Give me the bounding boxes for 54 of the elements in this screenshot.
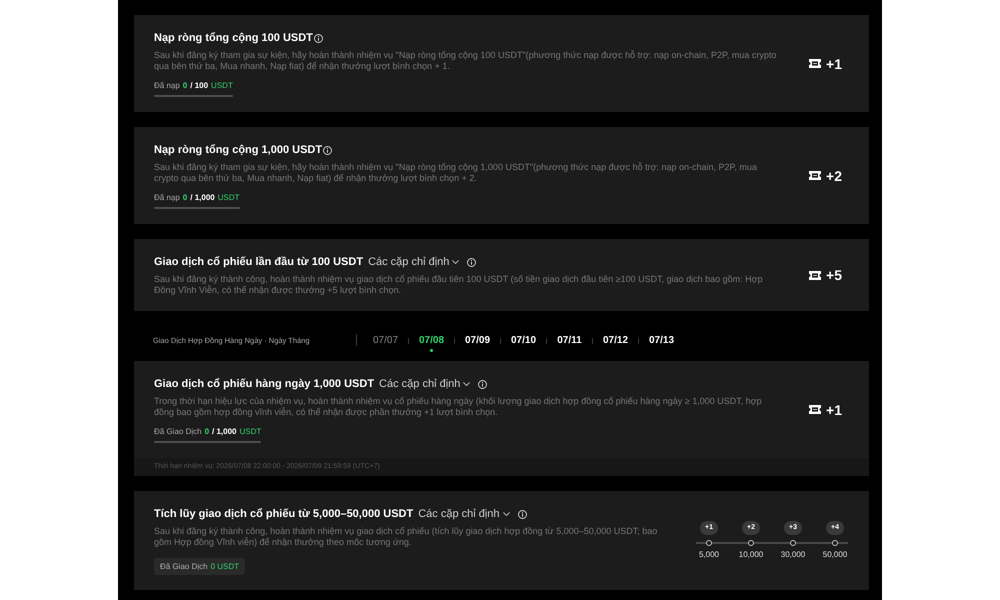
progress-unit: USDT — [240, 426, 262, 438]
progress-current: 0 USDT — [210, 560, 240, 572]
milestone-amount: 50,000 — [822, 550, 848, 560]
date-tab[interactable]: 07/08 — [416, 334, 447, 352]
progress-label: Đã nạp — [154, 80, 180, 92]
date-tab[interactable]: 07/13 — [646, 334, 677, 347]
reward-count: +2 — [826, 168, 842, 184]
date-tab[interactable]: 07/11 — [554, 334, 585, 347]
task-description: Sau khi đăng ký tham gia sự kiện, hãy hoàn thành nhiệm vụ "Nạp ròng tổng cộng 100 USDT"(phương thức nạp được hỗ trợ: nạp on-chain, P2P, mua crypto qua bên thứ ba, Mua nhanh, Nạp fiat) để nhận thưởng lượt bình chọn + 1. — [154, 50, 778, 72]
pairs-dropdown[interactable]: Các cặp chỉ định — [379, 376, 470, 392]
milestone-amount: 10,000 — [738, 550, 764, 560]
chevron-down-icon — [463, 382, 470, 386]
info-icon — [518, 510, 527, 518]
task-description: Sau khi đăng ký tham gia sự kiện, hãy hoàn thành nhiệm vụ "Nạp ròng tổng cộng 1,000 USDT"(phương thức nạp được hỗ trợ: nạp on-chain, P2P, mua crypto qua bên thứ ba, Mua nhanh, Nạp fiat) để nhận thưởng lượt bình chọn + 2. — [154, 162, 758, 184]
task-title: Nạp ròng tổng cộng 1,000 USDT — [154, 142, 322, 158]
progress-unit: USDT — [211, 80, 233, 92]
milestone-amount: 5,000 — [698, 550, 720, 560]
progress-current: 0 — [182, 192, 188, 204]
date-tab[interactable]: 07/09 — [462, 334, 493, 347]
ticket-icon — [809, 405, 822, 414]
task-description: Trong thời hạn hiệu lực của nhiệm vụ, hoàn thành nhiệm vụ cổ phiếu hàng ngày (khối lượng giao dịch hợp đồng cổ phiếu hàng ngày ≥ 1,000 USDT, hợp đồng bao gồm hợp đồng vĩnh viễn, có thể nhận được phần thưởng +1 lượt bình chọn. — [154, 396, 763, 418]
progress-label: Đã nạp — [154, 192, 180, 204]
ticket-icon — [809, 59, 822, 68]
task-title: Tích lũy giao dịch cổ phiếu từ 5,000–50,000 USDT — [154, 506, 414, 522]
chevron-down-icon — [502, 512, 510, 516]
task-description: Sau khi đăng ký thành công, hoàn thành nhiệm vụ giao dịch cổ phiếu đầu tiên 100 USDT (số tiền giao dịch đầu tiên ≥100 USDT, giao dịch bao gồm: Hợp Đồng Vĩnh Viễn, có thể nhận được thưởng +5 lượt bình chọn. — [154, 274, 764, 296]
date-tab[interactable]: 07/12 — [600, 334, 631, 347]
info-icon — [478, 380, 488, 388]
progress-total: / 100 — [190, 80, 208, 92]
ticket-icon — [809, 171, 822, 180]
info-icon — [314, 34, 323, 42]
progress-current: 0 — [182, 80, 188, 92]
reward-count: +5 — [826, 267, 842, 283]
progress-unit: USDT — [218, 192, 240, 204]
progress-total: / 1,000 — [190, 192, 215, 204]
info-icon — [323, 146, 332, 154]
date-tab[interactable]: 07/10 — [508, 334, 539, 347]
task-title: Nạp ròng tổng cộng 100 USDT — [154, 30, 313, 46]
chevron-down-icon — [452, 260, 460, 264]
pairs-dropdown[interactable]: Các cặp chỉ định — [368, 254, 460, 270]
date-tab[interactable]: 07/07 — [370, 334, 401, 347]
pairs-dropdown[interactable]: Các cặp chỉ định — [418, 506, 510, 522]
task-description: Sau khi đăng ký thành công, hoàn thành nhiệm vụ giao dịch cổ phiếu (tích lũy giao dịch hợp đồng từ 5,000–50,000 USDT; bao gồm Hợp đồng Vĩnh viễn) để nhận thưởng theo mốc tương ứng. — [154, 526, 658, 548]
info-icon — [467, 258, 476, 266]
progress-label: Đã Giao Dịch — [160, 560, 208, 572]
task-title: Giao dịch cổ phiếu hàng ngày 1,000 USDT — [154, 376, 374, 392]
ticket-icon — [809, 270, 822, 280]
reward-count: +1 — [826, 56, 842, 72]
progress-label: Đã Giao Dịch — [154, 426, 202, 438]
progress-current: 0 — [204, 426, 210, 438]
progress-total: / 1,000 — [212, 426, 236, 438]
milestone-amount: 30,000 — [780, 550, 806, 560]
reward-count: +1 — [826, 402, 842, 418]
task-title: Giao dịch cổ phiếu lần đầu từ 100 USDT — [154, 254, 364, 270]
